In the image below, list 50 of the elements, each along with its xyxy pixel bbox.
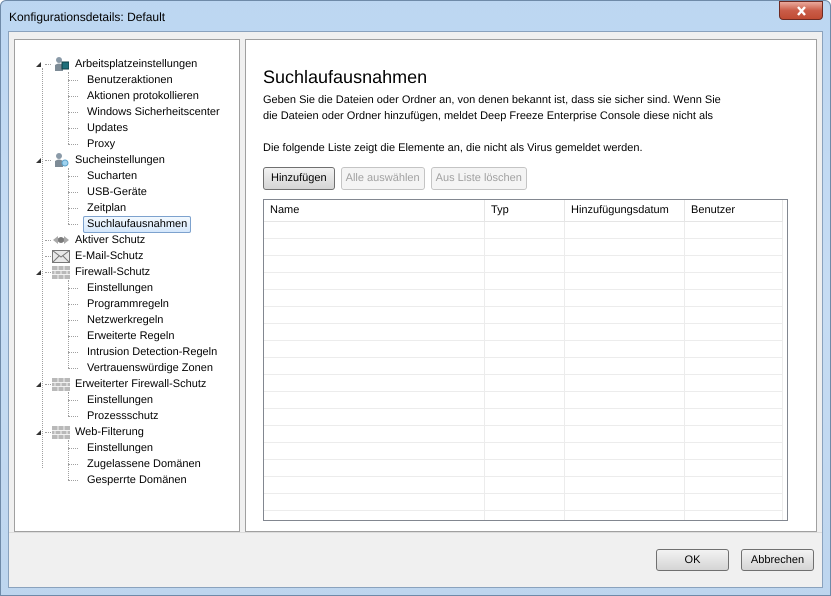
brick-wall-icon — [52, 426, 70, 438]
close-button[interactable] — [779, 1, 823, 20]
tree-item[interactable]: Intrusion Detection-Regeln — [83, 344, 222, 360]
brick-wall-icon — [52, 266, 70, 278]
expanded-triangle-icon[interactable] — [35, 60, 42, 68]
tree-item[interactable]: Programmregeln — [83, 296, 173, 312]
tree-item[interactable]: Benutzeraktionen — [83, 72, 177, 88]
close-icon — [796, 6, 806, 16]
window-title: Konfigurationsdetails: Default — [9, 9, 166, 26]
tree-item[interactable]: Erweiterte Regeln — [83, 328, 178, 344]
column-header[interactable]: Typ — [485, 200, 565, 221]
expanded-triangle-icon[interactable] — [35, 268, 42, 276]
tree-item[interactable]: Erweiterter Firewall-Schutz — [71, 376, 210, 392]
dialog-button[interactable]: OK — [656, 549, 729, 571]
tree-item[interactable]: Windows Sicherheitscenter — [83, 104, 224, 120]
tree-item[interactable]: Firewall-Schutz — [71, 264, 154, 280]
tree-item[interactable]: Updates — [83, 120, 132, 136]
toolbar-button[interactable]: Hinzufügen — [263, 167, 335, 190]
tree-item[interactable]: E-Mail-Schutz — [71, 248, 148, 264]
tree-item[interactable]: USB-Geräte — [83, 184, 151, 200]
envelope-icon — [52, 250, 70, 262]
tree-item[interactable]: Einstellungen — [83, 392, 158, 408]
tree-item[interactable]: Vertrauenswürdige Zonen — [83, 360, 217, 376]
list-note-text: Die folgende Liste zeigt die Elemente an, die nicht als Virus gemeldet werden. — [263, 141, 644, 155]
expanded-triangle-icon[interactable] — [35, 156, 42, 164]
description-text: Geben Sie die Dateien oder Ordner an, von denen bekannt ist, dass sie sicher sind. Wenn Sie die Dateien oder Ordner hinzufügen, meldet Deep Freeze Enterprise Console diese nicht als — [263, 93, 722, 124]
tree-item[interactable]: Einstellungen — [83, 440, 158, 456]
tree-item[interactable]: Zugelassene Domänen — [83, 456, 205, 472]
tree-item[interactable]: Gesperrte Domänen — [83, 472, 191, 488]
tree-item[interactable]: Sucharten — [83, 168, 142, 184]
tree-item[interactable]: Suchlaufausnahmen — [83, 216, 192, 232]
expanded-triangle-icon[interactable] — [35, 428, 42, 436]
page-heading: Suchlaufausnahmen — [263, 66, 428, 88]
tree-item[interactable]: Zeitplan — [83, 200, 130, 216]
tree-item[interactable]: Web-Filterung — [71, 424, 148, 440]
column-header[interactable]: Hinzufügungsdatum — [565, 200, 685, 221]
tree-item[interactable]: Aktiver Schutz — [71, 232, 150, 248]
tree-item[interactable]: Proxy — [83, 136, 120, 152]
column-header[interactable]: Benutzer — [685, 200, 783, 221]
brick-wall-icon — [52, 378, 70, 390]
computer-user-icon — [53, 56, 69, 72]
dialog-button[interactable]: Abbrechen — [741, 549, 814, 571]
tree-item[interactable]: Netzwerkregeln — [83, 312, 168, 328]
tree-item[interactable]: Arbeitsplatzeinstellungen — [71, 56, 202, 72]
tree-item[interactable]: Prozessschutz — [83, 408, 163, 424]
tree-item[interactable]: Aktionen protokollieren — [83, 88, 203, 104]
tree-item[interactable]: Sucheinstellungen — [71, 152, 169, 168]
expanded-triangle-icon[interactable] — [35, 380, 42, 388]
column-header[interactable]: Name — [264, 200, 485, 221]
tree-item[interactable]: Einstellungen — [83, 280, 158, 296]
